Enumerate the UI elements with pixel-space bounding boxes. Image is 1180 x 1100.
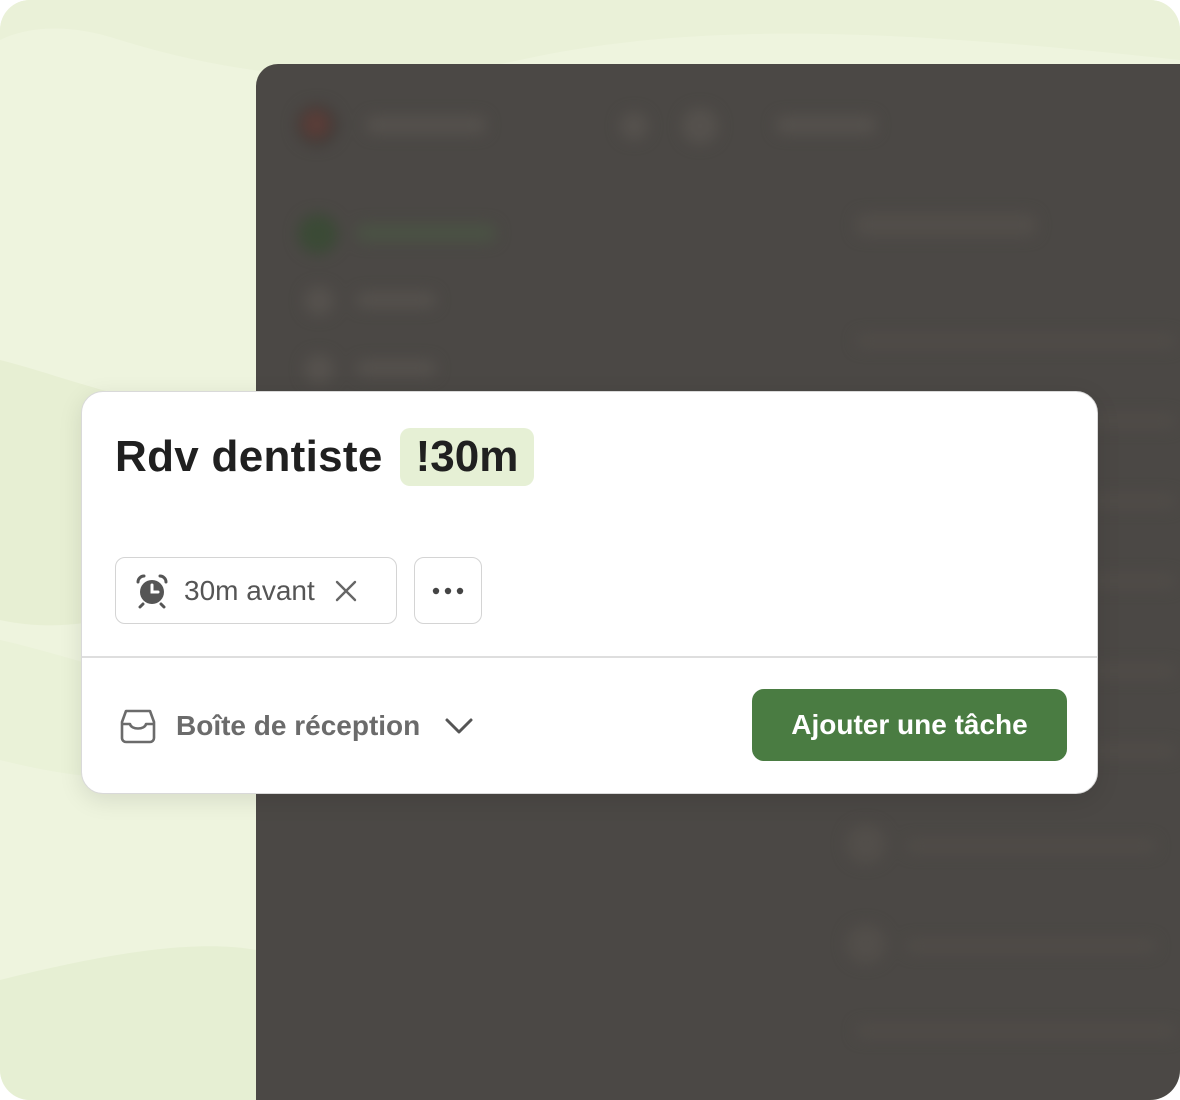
chevron-down-icon <box>445 718 473 734</box>
dialog-divider <box>82 656 1097 658</box>
reminder-label: 30m avant <box>184 574 315 606</box>
screenshot-frame: Rdv dentiste !30m 30m avant Boîte de réc… <box>0 0 1180 1100</box>
project-selector[interactable]: Boîte de réception <box>118 704 476 748</box>
more-options-button[interactable] <box>414 557 482 624</box>
add-task-button[interactable]: Ajouter une tâche <box>752 689 1067 761</box>
task-attribute-chips: 30m avant <box>115 557 482 624</box>
alarm-clock-icon <box>136 574 168 608</box>
inbox-tray-icon <box>120 709 156 744</box>
close-icon[interactable] <box>333 578 359 604</box>
task-name-text: Rdv dentiste <box>115 432 383 481</box>
task-name-input[interactable]: Rdv dentiste !30m <box>115 428 535 486</box>
more-horizontal-icon <box>432 587 464 594</box>
reminder-chip[interactable]: 30m avant <box>115 557 397 624</box>
project-label: Boîte de réception <box>176 710 421 741</box>
duration-tag: !30m <box>399 428 535 486</box>
quick-add-dialog: Rdv dentiste !30m 30m avant Boîte de réc… <box>81 391 1098 794</box>
